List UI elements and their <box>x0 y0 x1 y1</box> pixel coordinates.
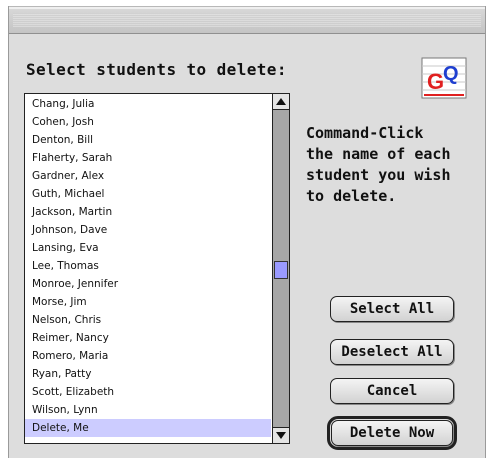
student-list-item[interactable]: Delete, Me <box>25 419 271 437</box>
student-list-item[interactable]: Monroe, Jennifer <box>25 275 271 293</box>
student-list[interactable]: Chang, Julia Cohen, Josh Denton, Bill Flahe… <box>25 94 271 443</box>
student-list-item[interactable]: Ryan, Patty <box>25 365 271 383</box>
student-list-item[interactable]: Guth, Michael <box>25 185 271 203</box>
student-list-item[interactable]: Gardner, Alex <box>25 167 271 185</box>
instructions-line: student you wish <box>306 166 451 184</box>
arrow-down-icon <box>276 432 286 439</box>
scroll-down-button[interactable] <box>273 427 289 443</box>
student-list-item[interactable]: Romero, Maria <box>25 347 271 365</box>
student-list-item[interactable]: Denton, Bill <box>25 131 271 149</box>
select-all-button[interactable]: Select All <box>330 296 454 322</box>
student-list-item[interactable]: Lee, Thomas <box>25 257 271 275</box>
student-list-item[interactable]: Jackson, Martin <box>25 203 271 221</box>
student-list-item[interactable]: Flaherty, Sarah <box>25 149 271 167</box>
student-list-item[interactable]: Cohen, Josh <box>25 113 271 131</box>
student-list-item[interactable]: Reimer, Nancy <box>25 329 271 347</box>
instructions-text: Command-Click the name of each student y… <box>306 123 484 207</box>
instructions-line: Command-Click <box>306 124 424 142</box>
gradequick-icon: G Q <box>421 57 467 99</box>
student-list-item[interactable]: Wilson, Lynn <box>25 401 271 419</box>
title-bar[interactable] <box>9 6 485 34</box>
scroll-thumb[interactable] <box>274 261 288 279</box>
deselect-all-button[interactable]: Deselect All <box>330 339 454 365</box>
student-list-item[interactable]: Morse, Jim <box>25 293 271 311</box>
student-list-item[interactable]: Nelson, Chris <box>25 311 271 329</box>
student-list-item[interactable]: Johnson, Dave <box>25 221 271 239</box>
delete-now-button[interactable]: Delete Now <box>327 416 457 450</box>
scroll-up-button[interactable] <box>273 94 289 110</box>
student-list-item[interactable]: Lansing, Eva <box>25 239 271 257</box>
instructions-line: the name of each <box>306 145 451 163</box>
svg-text:Q: Q <box>443 63 459 85</box>
arrow-up-icon <box>276 98 286 105</box>
cancel-button[interactable]: Cancel <box>330 378 454 404</box>
student-list-item[interactable]: Chang, Julia <box>25 95 271 113</box>
dialog-heading: Select students to delete: <box>26 60 287 79</box>
vertical-scrollbar[interactable] <box>272 94 289 443</box>
svg-text:G: G <box>427 69 444 94</box>
student-list-item[interactable]: Scott, Elizabeth <box>25 383 271 401</box>
student-listbox[interactable]: Chang, Julia Cohen, Josh Denton, Bill Flahe… <box>24 93 290 444</box>
instructions-line: to delete. <box>306 187 397 205</box>
